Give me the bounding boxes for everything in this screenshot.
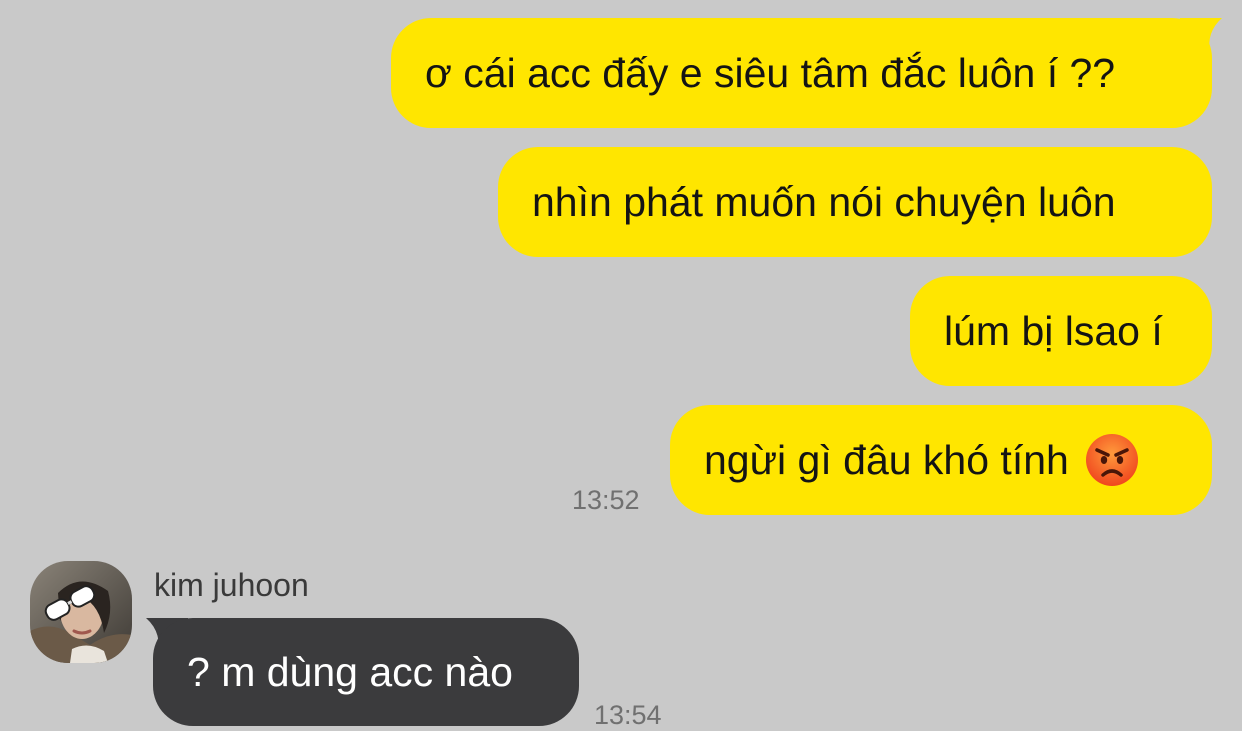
outgoing-message[interactable]: lúm bị lsao í — [910, 276, 1212, 386]
message-text: ? m dùng acc nào — [187, 648, 513, 695]
avatar-image — [30, 561, 132, 663]
profile-avatar[interactable] — [30, 561, 132, 663]
outgoing-message[interactable]: ơ cái acc đấy e siêu tâm đắc luôn í ?? — [391, 18, 1212, 128]
chat-screen: { "conversation": { "outgoing": [ { "tex… — [0, 0, 1242, 730]
outgoing-message[interactable]: ngừi gì đâu khó tính — [670, 405, 1212, 515]
message-text: ơ cái acc đấy e siêu tâm đắc luôn í ?? — [425, 49, 1116, 96]
message-timestamp: 13:54 — [594, 700, 662, 730]
message-text: lúm bị lsao í — [944, 307, 1163, 354]
incoming-message[interactable]: ? m dùng acc nào — [153, 618, 579, 726]
message-text: nhìn phát muốn nói chuyện luôn — [532, 178, 1116, 225]
message-text: ngừi gì đâu khó tính — [704, 436, 1069, 483]
message-timestamp: 13:52 — [572, 485, 640, 515]
sender-name: kim juhoon — [154, 567, 309, 603]
outgoing-message[interactable]: nhìn phát muốn nói chuyện luôn — [498, 147, 1212, 257]
angry-face-emoji — [1085, 434, 1138, 486]
bubble-tail — [1180, 18, 1222, 58]
